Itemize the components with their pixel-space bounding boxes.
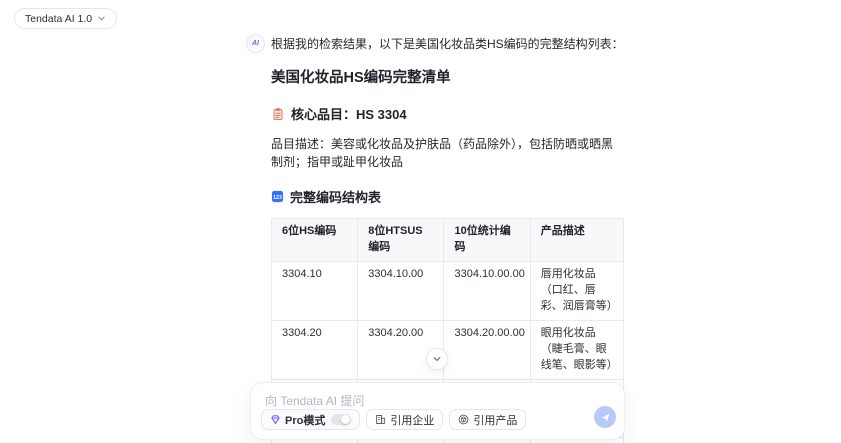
chevron-down-icon	[432, 354, 442, 364]
svg-text:123: 123	[273, 195, 282, 201]
toggle-knob	[341, 415, 351, 424]
table-cell: 眼用化妆品（睫毛膏、眼线笔、眼影等）	[529, 319, 625, 380]
model-selector[interactable]: Tendata AI 1.0	[14, 8, 118, 29]
table-header: 8位HTSUS编码	[357, 218, 445, 262]
composer: Pro模式 引用企业	[250, 382, 625, 440]
section-core-heading-label: 核心品目：HS 3304	[291, 107, 407, 122]
table-cell: 3304.20.00.00	[443, 319, 531, 380]
table-header-row: 6位HS编码 8位HTSUS编码 10位统计编码 产品描述	[270, 218, 625, 262]
clipboard-icon	[271, 107, 285, 121]
table-cell: 3304.10	[270, 260, 359, 321]
cite-company-button[interactable]: 引用企业	[366, 409, 444, 430]
table-cell: 唇用化妆品（口红、唇彩、润唇膏等）	[529, 260, 625, 321]
message-title: 美国化妆品HS编码完整清单	[271, 70, 451, 86]
section-table-heading: 123 完整编码结构表	[271, 187, 624, 206]
numbers-icon: 123	[271, 190, 284, 203]
prompt-input[interactable]	[265, 392, 595, 408]
message-intro: 根据我的检索结果，以下是美国化妆品类HS编码的完整结构列表：	[271, 37, 624, 51]
section-table-heading-label: 完整编码结构表	[290, 190, 382, 205]
table-row: 3304.10 3304.10.00 3304.10.00.00 唇用化妆品（口…	[270, 260, 625, 321]
table-cell: 3304.10.00.00	[443, 260, 531, 321]
table-row: 3304.20 3304.20.00 3304.20.00.00 眼用化妆品（睫…	[270, 319, 625, 380]
ai-avatar: AI	[246, 34, 265, 53]
cite-product-button[interactable]: 引用产品	[449, 409, 527, 430]
table-header: 10位统计编码	[443, 218, 531, 262]
chevron-down-icon	[97, 14, 106, 23]
send-button[interactable]	[594, 406, 616, 428]
pro-mode-label: Pro模式	[285, 414, 326, 427]
expand-chevron-button[interactable]	[426, 348, 448, 370]
table-cell: 3304.20	[270, 319, 359, 380]
table-header: 产品描述	[529, 218, 625, 262]
section-core-description: 品目描述：美容或化妆品及护肤品（药品除外），包括防晒或晒黑制剂；指甲或趾甲化妆品	[271, 137, 614, 169]
app: Tendata AI 1.0 AI 根据我的检索结果，以下是美国化妆品类HS编码…	[0, 0, 841, 443]
pro-mode-toggle[interactable]	[331, 414, 352, 425]
composer-actions: Pro模式 引用企业 引用产品	[261, 409, 527, 430]
pro-mode-icon	[270, 414, 281, 425]
table-cell: 3304.10.00	[357, 260, 445, 321]
building-icon	[375, 414, 386, 425]
cite-company-label: 引用企业	[390, 414, 435, 427]
cite-product-label: 引用产品	[473, 414, 518, 427]
table-header: 6位HS编码	[270, 218, 359, 262]
pro-mode-button[interactable]: Pro模式	[261, 409, 361, 430]
product-icon	[458, 414, 469, 425]
send-icon	[600, 412, 611, 423]
model-selector-label: Tendata AI 1.0	[25, 12, 93, 25]
section-core-heading: 核心品目：HS 3304	[271, 104, 624, 123]
ai-avatar-label: AI	[252, 40, 259, 47]
